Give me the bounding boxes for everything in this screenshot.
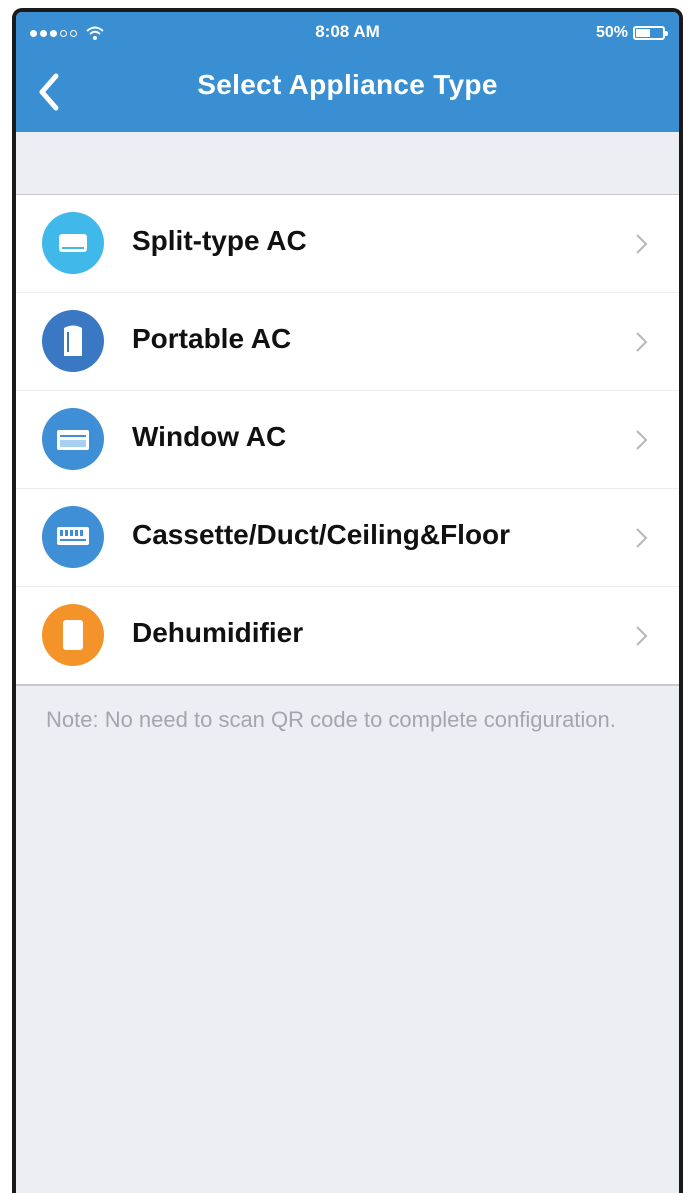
appliance-row-split-ac[interactable]: Split-type AC	[16, 195, 679, 293]
chevron-right-icon	[636, 528, 648, 548]
chevron-right-icon	[636, 234, 648, 254]
appliance-row-portable-ac[interactable]: Portable AC	[16, 293, 679, 391]
status-time: 8:08 AM	[315, 22, 380, 41]
config-note: Note: No need to scan QR code to complet…	[46, 707, 616, 732]
chevron-right-icon	[636, 430, 648, 450]
dehumidifier-icon	[42, 604, 104, 666]
status-bar: 8:08 AM 50%	[16, 12, 679, 52]
appliance-row-dehumidifier[interactable]: Dehumidifier	[16, 587, 679, 684]
chevron-right-icon	[636, 332, 648, 352]
appliance-label: Cassette/Duct/Ceiling&Floor	[132, 519, 511, 550]
battery-percent: 50%	[595, 24, 628, 41]
appliance-row-window-ac[interactable]: Window AC	[16, 391, 679, 489]
cassette-ac-icon	[42, 506, 104, 568]
window-ac-icon	[42, 408, 104, 470]
header: 8:08 AM 50% Select Appliance Type	[16, 12, 679, 132]
appliance-row-cassette-ac[interactable]: Cassette/Duct/Ceiling&Floor	[16, 489, 679, 587]
chevron-right-icon	[636, 626, 648, 646]
portable-ac-icon	[42, 310, 104, 372]
battery-icon	[633, 26, 668, 40]
split-ac-icon	[42, 212, 104, 274]
appliance-label: Window AC	[132, 421, 287, 452]
phone-screen: 8:08 AM 50% Select Appliance Type Split-…	[12, 8, 683, 1193]
page-title: Select Appliance Type	[197, 69, 498, 100]
battery-indicator: 50%	[595, 24, 668, 42]
appliance-label: Portable AC	[132, 323, 292, 354]
appliance-list: Split-type AC Portable AC Window AC Cass…	[16, 194, 679, 686]
appliance-label: Split-type AC	[132, 225, 307, 256]
appliance-label: Dehumidifier	[132, 617, 304, 648]
